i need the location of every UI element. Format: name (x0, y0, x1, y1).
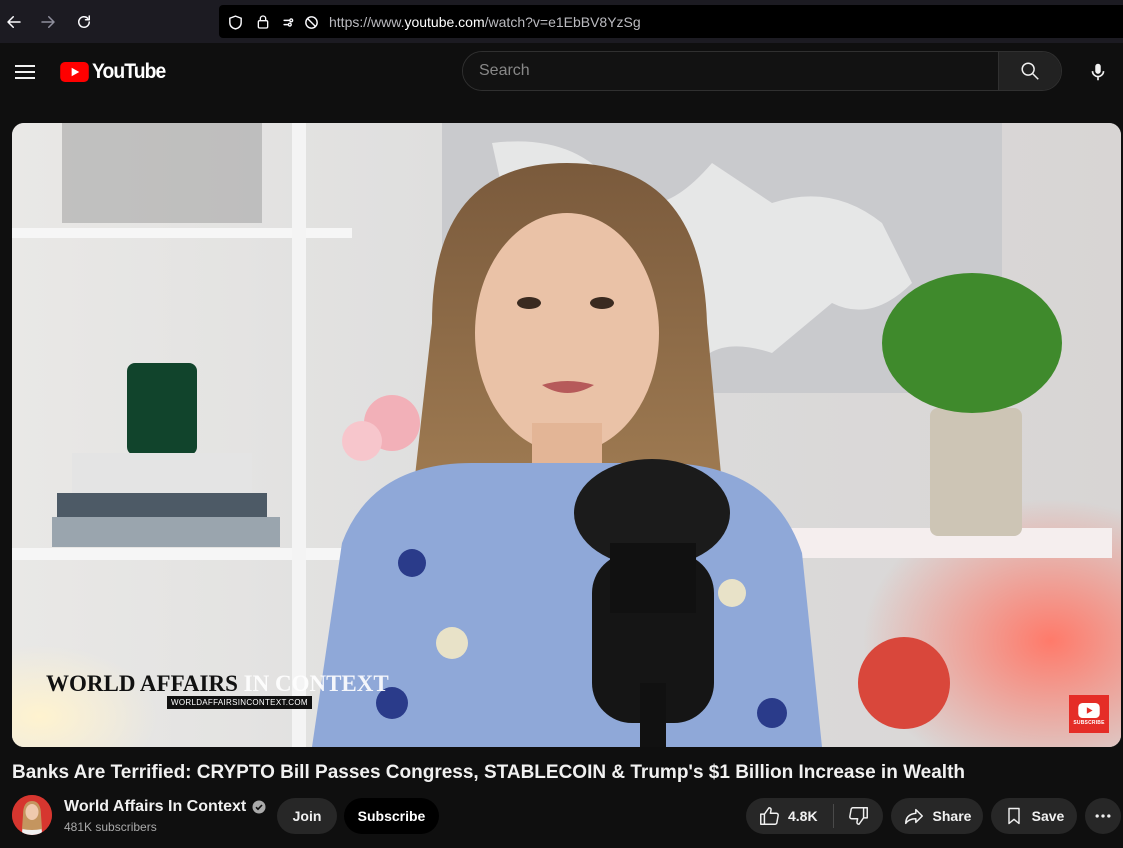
subscribe-badge-text: SUBSCRIBE (1073, 719, 1105, 726)
youtube-logo-icon (60, 62, 89, 82)
url-text[interactable]: https://www.youtube.com/watch?v=e1EbBV8Y… (329, 14, 641, 30)
join-button[interactable]: Join (277, 798, 337, 834)
youtube-play-icon (1078, 702, 1100, 718)
share-button[interactable]: Share (891, 798, 983, 834)
search-input[interactable] (463, 52, 999, 90)
back-arrow-icon[interactable] (2, 10, 26, 34)
microphone-icon (1091, 63, 1105, 81)
save-label: Save (1031, 808, 1065, 824)
share-label: Share (932, 808, 972, 824)
lock-icon[interactable] (254, 13, 272, 31)
subscribe-label: Subscribe (357, 808, 426, 824)
like-button[interactable]: 4.8K (746, 798, 833, 834)
logo-text: YouTube (92, 60, 166, 83)
shield-icon[interactable] (226, 13, 244, 31)
youtube-header: YouTube (0, 43, 1123, 101)
permissions-icon[interactable] (281, 13, 299, 31)
search-button[interactable] (998, 52, 1061, 90)
like-dislike-group: 4.8K (746, 798, 883, 834)
verified-check-icon (252, 800, 266, 814)
url-path: /watch?v=e1EbBV8YzSg (484, 14, 641, 30)
channel-name-text: World Affairs In Context (64, 798, 247, 815)
subscribe-button[interactable]: Subscribe (344, 798, 439, 834)
reload-icon[interactable] (72, 10, 96, 34)
avatar-image (12, 795, 52, 835)
url-bar[interactable]: https://www.youtube.com/watch?v=e1EbBV8Y… (219, 5, 1123, 38)
like-count: 4.8K (788, 808, 818, 824)
more-horizontal-icon (1095, 814, 1111, 818)
share-arrow-icon (904, 808, 923, 825)
watermark-title-main: WORLD AFFAIRS (46, 671, 238, 696)
tracking-blocked-icon[interactable] (302, 13, 320, 31)
video-frame (12, 123, 1121, 747)
forward-arrow-icon[interactable] (36, 10, 60, 34)
browser-toolbar: https://www.youtube.com/watch?v=e1EbBV8Y… (0, 0, 1123, 43)
more-actions-button[interactable] (1085, 798, 1121, 834)
watermark-title: WORLD AFFAIRS IN CONTEXT (46, 671, 389, 697)
menu-icon[interactable] (12, 59, 38, 85)
bookmark-icon (1007, 807, 1020, 825)
youtube-logo[interactable]: YouTube (60, 60, 172, 84)
search-box (462, 51, 1062, 91)
thumbs-down-icon (848, 807, 868, 825)
url-host: youtube.com (404, 14, 485, 30)
thumbs-up-icon (760, 807, 779, 825)
channel-name[interactable]: World Affairs In Context (64, 798, 266, 816)
avatar[interactable] (12, 795, 52, 835)
save-button[interactable]: Save (991, 798, 1077, 834)
watermark-url: WORLDAFFAIRSINCONTEXT.COM (167, 696, 312, 709)
subscriber-count: 481K subscribers (64, 820, 157, 834)
video-title: Banks Are Terrified: CRYPTO Bill Passes … (12, 762, 966, 783)
watermark-title-tail: IN CONTEXT (237, 671, 389, 696)
subscribe-badge[interactable]: SUBSCRIBE (1069, 695, 1109, 733)
dislike-button[interactable] (834, 798, 883, 834)
video-player[interactable]: WORLD AFFAIRS IN CONTEXT WORLDAFFAIRSINC… (12, 123, 1121, 747)
voice-search-button[interactable] (1082, 56, 1114, 88)
search-icon (1021, 62, 1039, 80)
url-prefix: https://www. (329, 14, 405, 30)
